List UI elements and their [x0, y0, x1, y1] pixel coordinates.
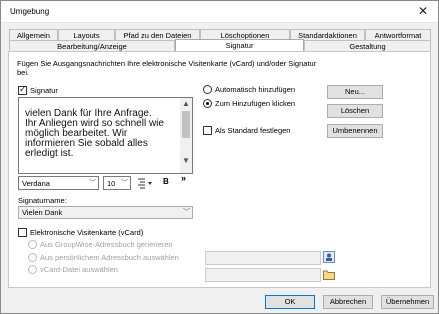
auto-add-label: Automatisch hinzufügen — [215, 85, 296, 94]
font-size-value: 10 — [107, 179, 116, 188]
rename-signature-button[interactable]: Umbenennen — [327, 124, 383, 138]
intro-text-line2: bei. — [17, 68, 30, 77]
vcard-groupwise-radio[interactable] — [28, 240, 37, 249]
settings-dialog: Umgebung ✕ Allgemein Layouts Pfad zu den… — [0, 0, 439, 314]
vcard-checkbox[interactable] — [18, 228, 27, 237]
folder-icon[interactable] — [323, 269, 335, 281]
vcard-file-radio[interactable] — [28, 265, 37, 274]
vcard-checkbox-label: Elektronische Visitenkarte (vCard) — [30, 228, 144, 237]
address-book-icon[interactable] — [323, 251, 335, 263]
signature-editor[interactable]: vielen Dank für Ihre Anfrage. Ihr Anlieg… — [18, 97, 193, 174]
address-book-field[interactable] — [205, 251, 321, 265]
intro-text-line1: Fügen Sie Ausgangsnachrichten Ihre elekt… — [17, 59, 317, 68]
vcard-file-field[interactable] — [205, 268, 321, 282]
font-size-select[interactable]: 10 ﹀ — [103, 176, 131, 190]
chevron-down-icon: ﹀ — [121, 180, 128, 187]
new-signature-button[interactable]: Neu... — [327, 85, 383, 99]
more-options-icon[interactable]: » — [181, 173, 186, 183]
vcard-file-label: vCard-Datei auswählen — [40, 265, 118, 274]
font-select-value: Verdana — [22, 179, 50, 188]
signature-text[interactable]: vielen Dank für Ihre Anfrage. Ihr Anlieg… — [25, 109, 175, 159]
vcard-personal-radio[interactable] — [28, 253, 37, 262]
set-default-checkbox[interactable] — [203, 126, 212, 135]
title-bar: Umgebung ✕ — [1, 1, 438, 23]
signature-checkbox[interactable] — [18, 84, 27, 95]
signature-name-select[interactable]: Vielen Dank ﹀ — [18, 206, 193, 219]
click-add-label: Zum Hinzufügen klicken — [215, 99, 296, 108]
click-add-radio[interactable] — [203, 99, 212, 108]
scrollbar-thumb[interactable] — [182, 111, 190, 138]
font-select[interactable]: Verdana ﹀ — [18, 176, 99, 190]
signature-name-label: Signaturname: — [18, 196, 67, 205]
signature-scrollbar[interactable]: ▲ ▼ — [180, 98, 192, 173]
close-icon[interactable]: ✕ — [418, 4, 428, 18]
window-title: Umgebung — [10, 7, 50, 16]
auto-add-radio[interactable] — [203, 85, 212, 94]
signature-checkbox-label: Signatur — [30, 86, 58, 95]
scroll-up-icon[interactable]: ▲ — [181, 99, 191, 109]
set-default-label: Als Standard festlegen — [215, 126, 291, 135]
delete-signature-button[interactable]: Löschen — [327, 104, 383, 118]
bold-button[interactable]: B — [163, 177, 169, 186]
chevron-down-icon: ﹀ — [183, 209, 190, 216]
signature-panel: Fügen Sie Ausgangsnachrichten Ihre elekt… — [8, 51, 431, 288]
ok-button[interactable]: OK — [265, 295, 315, 309]
apply-button[interactable]: Übernehmen — [381, 295, 434, 309]
cancel-button[interactable]: Abbrechen — [323, 295, 373, 309]
chevron-down-icon: ﹀ — [89, 180, 96, 187]
scroll-down-icon[interactable]: ▼ — [181, 156, 191, 166]
vcard-groupwise-label: Aus GroupWise-Adressbuch generieren — [40, 240, 173, 249]
signature-name-value: Vielen Dank — [22, 208, 63, 217]
vcard-personal-label: Aus persönlichem Adressbuch auswählen — [40, 253, 179, 262]
paragraph-format-icon[interactable] — [137, 177, 152, 189]
